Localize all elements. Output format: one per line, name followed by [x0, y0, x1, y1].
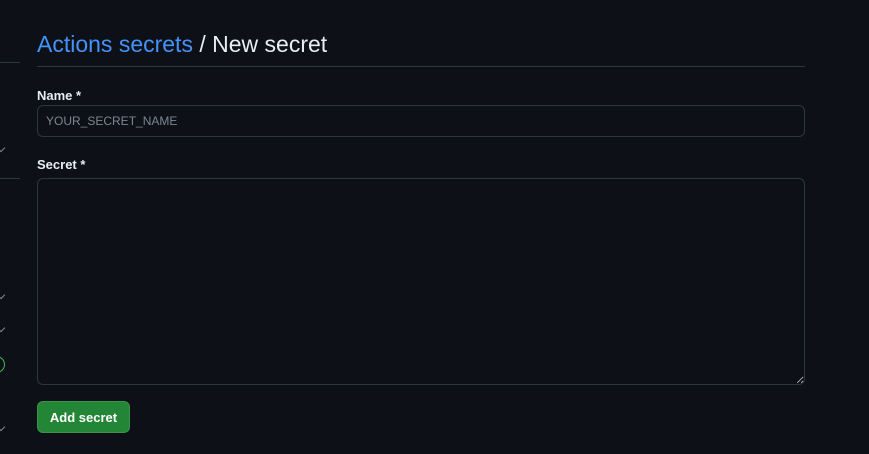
chevron-down-icon[interactable]: [0, 422, 6, 432]
breadcrumb-link-actions-secrets[interactable]: Actions secrets: [37, 31, 193, 57]
breadcrumb-separator: /: [199, 31, 206, 57]
sidebar-divider: [0, 62, 20, 63]
page: Actions secrets / New secret Name * Secr…: [0, 0, 869, 454]
name-label: Name *: [37, 88, 82, 103]
page-title: New secret: [212, 31, 328, 57]
chevron-down-icon[interactable]: [0, 290, 6, 300]
chevron-down-icon[interactable]: [0, 323, 6, 333]
sidebar-divider: [0, 178, 20, 179]
add-secret-button[interactable]: Add secret: [37, 401, 130, 433]
chevron-down-icon[interactable]: [0, 143, 6, 153]
breadcrumb: Actions secrets / New secret: [37, 30, 805, 67]
sidebar: [0, 0, 22, 454]
secret-label: Secret *: [37, 157, 86, 172]
status-circle-icon: [0, 356, 5, 373]
secret-value-textarea[interactable]: [37, 178, 805, 385]
secret-name-input[interactable]: [37, 105, 805, 137]
